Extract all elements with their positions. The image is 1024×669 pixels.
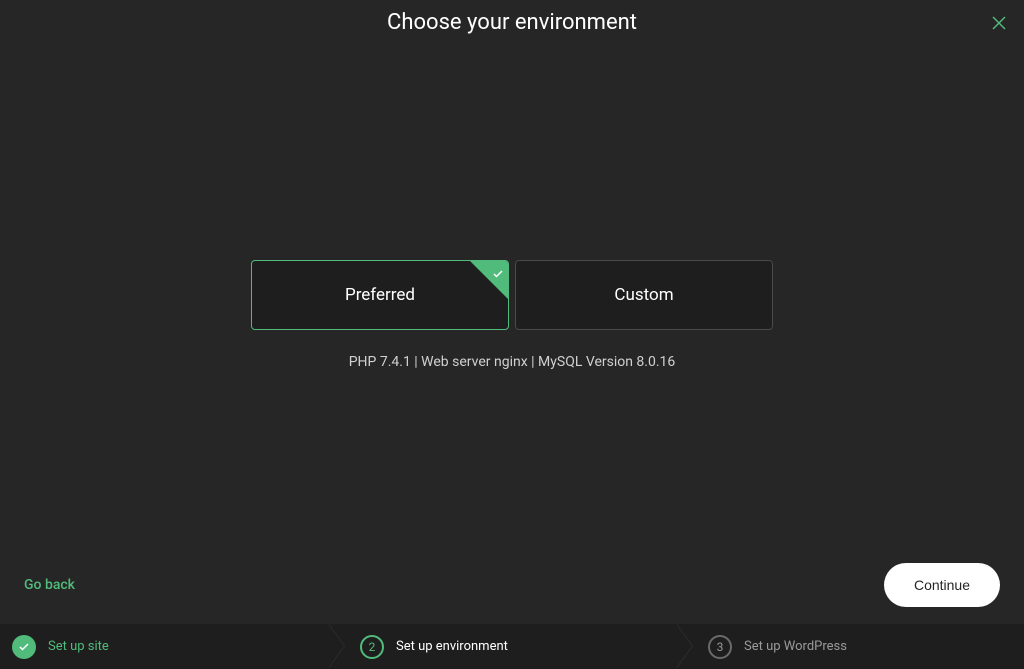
option-preferred[interactable]: Preferred xyxy=(251,260,509,330)
stepper: Set up site 2 Set up environment 3 Set u… xyxy=(0,624,1024,669)
check-icon xyxy=(492,265,504,285)
step-1-label: Set up site xyxy=(48,639,109,654)
close-button[interactable] xyxy=(986,10,1012,40)
option-custom[interactable]: Custom xyxy=(515,260,773,330)
step-3: 3 Set up WordPress xyxy=(676,624,1024,669)
step-1-circle xyxy=(12,635,36,659)
continue-button[interactable]: Continue xyxy=(884,563,1000,607)
footer-actions: Go back Continue xyxy=(0,563,1024,607)
step-1: Set up site xyxy=(0,624,328,669)
step-3-label: Set up WordPress xyxy=(744,639,847,654)
header: Choose your environment xyxy=(0,0,1024,35)
step-3-circle: 3 xyxy=(708,635,732,659)
environment-details: PHP 7.4.1 | Web server nginx | MySQL Ver… xyxy=(349,354,676,370)
go-back-button[interactable]: Go back xyxy=(24,577,75,593)
step-2-circle: 2 xyxy=(360,635,384,659)
content-area: Preferred Custom PHP 7.4.1 | Web server … xyxy=(0,260,1024,370)
environment-options: Preferred Custom xyxy=(251,260,773,330)
page-title: Choose your environment xyxy=(0,10,1024,35)
option-preferred-label: Preferred xyxy=(345,285,415,305)
option-custom-label: Custom xyxy=(614,285,673,305)
step-2: 2 Set up environment xyxy=(328,624,676,669)
step-2-label: Set up environment xyxy=(396,639,508,654)
close-icon xyxy=(990,14,1008,32)
check-icon xyxy=(18,641,30,653)
